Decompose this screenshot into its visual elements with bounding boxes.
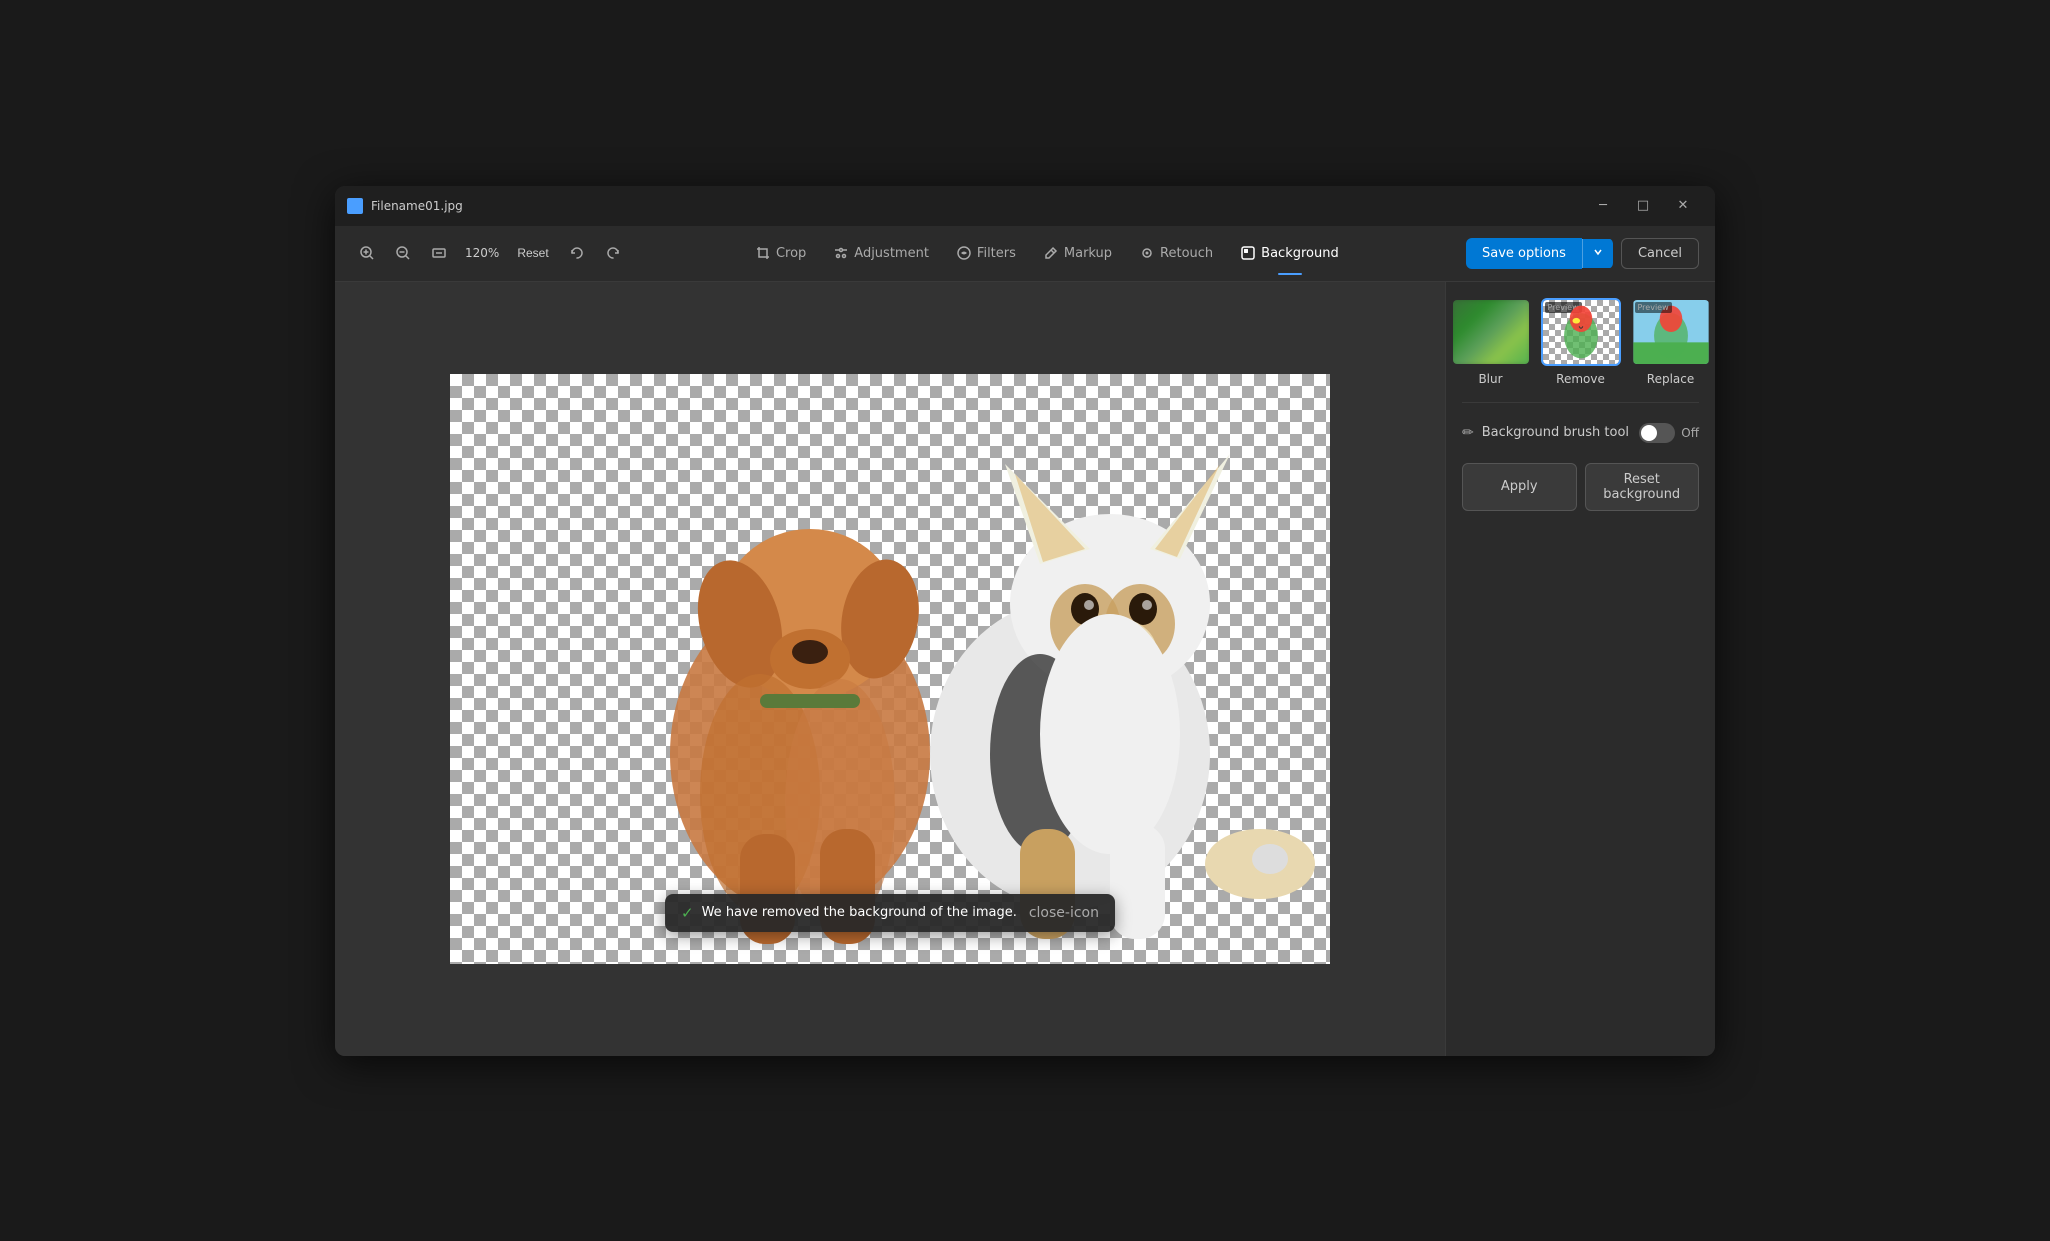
remove-label: Remove — [1556, 372, 1605, 386]
save-options-button[interactable]: Save options — [1466, 238, 1582, 269]
adjustment-icon — [834, 246, 848, 260]
background-tool-button[interactable]: Background — [1229, 240, 1351, 267]
zoom-controls: 120% Reset — [351, 237, 629, 269]
toggle-knob — [1641, 425, 1657, 441]
reset-background-button[interactable]: Reset background — [1585, 463, 1700, 511]
window-controls: ─ □ ✕ — [1583, 191, 1703, 221]
close-button[interactable]: ✕ — [1663, 191, 1703, 221]
brush-icon: ✏ — [1462, 425, 1474, 441]
adjustment-label: Adjustment — [854, 246, 929, 261]
app-icon — [347, 198, 363, 214]
adjustment-tool-button[interactable]: Adjustment — [822, 240, 941, 267]
toggle-label: Off — [1681, 426, 1699, 440]
redo-icon — [605, 245, 621, 261]
brush-tool-toggle[interactable]: Off — [1639, 423, 1699, 443]
image-container: ✓ We have removed the background of the … — [450, 374, 1330, 964]
window-title: Filename01.jpg — [371, 199, 1575, 213]
background-options: Blur Preview Remove — [1462, 298, 1699, 386]
parrot-mini-icon — [1543, 300, 1619, 364]
filters-icon — [957, 246, 971, 260]
background-sidebar: Blur Preview Remove — [1445, 282, 1715, 1056]
sidebar-divider — [1462, 402, 1699, 403]
replace-label: Replace — [1647, 372, 1694, 386]
title-bar: Filename01.jpg ─ □ ✕ — [335, 186, 1715, 226]
fit-button[interactable] — [423, 237, 455, 269]
main-toolbar: 120% Reset Crop — [335, 226, 1715, 282]
crop-label: Crop — [776, 246, 806, 261]
check-circle-icon: ✓ — [681, 904, 694, 922]
remove-option[interactable]: Preview Remove — [1541, 298, 1621, 386]
crop-icon — [756, 246, 770, 260]
reset-zoom-button[interactable]: Reset — [509, 242, 556, 264]
save-dropdown-button[interactable] — [1582, 239, 1613, 268]
dogs-image — [450, 374, 1330, 964]
minimize-button[interactable]: ─ — [1583, 191, 1623, 221]
retouch-label: Retouch — [1160, 246, 1213, 261]
blur-thumbnail — [1451, 298, 1531, 366]
zoom-out-button[interactable] — [387, 237, 419, 269]
replace-preview-badge: Preview — [1635, 302, 1672, 313]
brush-tool-row: ✏ Background brush tool Off — [1462, 419, 1699, 447]
undo-icon — [569, 245, 585, 261]
zoom-in-icon — [359, 245, 375, 261]
zoom-out-icon — [395, 245, 411, 261]
retouch-icon — [1140, 246, 1154, 260]
retouch-tool-button[interactable]: Retouch — [1128, 240, 1225, 267]
fit-icon — [431, 245, 447, 261]
zoom-in-button[interactable] — [351, 237, 383, 269]
cancel-button[interactable]: Cancel — [1621, 238, 1699, 269]
restore-button[interactable]: □ — [1623, 191, 1663, 221]
undo-button[interactable] — [561, 237, 593, 269]
markup-icon — [1044, 246, 1058, 260]
blur-preview — [1451, 298, 1531, 366]
markup-label: Markup — [1064, 246, 1112, 261]
tool-navigation: Crop Adjustment Filters — [633, 240, 1462, 267]
background-label: Background — [1261, 246, 1339, 261]
markup-tool-button[interactable]: Markup — [1032, 240, 1124, 267]
app-window: Filename01.jpg ─ □ ✕ — [335, 186, 1715, 1056]
replace-option[interactable]: Preview Replace — [1631, 298, 1711, 386]
crop-tool-button[interactable]: Crop — [744, 240, 818, 267]
action-buttons: Apply Reset background — [1462, 463, 1699, 511]
filters-label: Filters — [977, 246, 1016, 261]
filters-tool-button[interactable]: Filters — [945, 240, 1028, 267]
blur-option[interactable]: Blur — [1451, 298, 1531, 386]
blur-label: Blur — [1478, 372, 1502, 386]
replace-thumbnail: Preview — [1631, 298, 1711, 366]
save-options-group: Save options — [1466, 238, 1613, 269]
remove-thumbnail: Preview — [1541, 298, 1621, 366]
main-area: ✓ We have removed the background of the … — [335, 282, 1715, 1056]
canvas-area: ✓ We have removed the background of the … — [335, 282, 1445, 1056]
toast-close-button[interactable]: close-icon — [1029, 905, 1099, 921]
toast-notification: ✓ We have removed the background of the … — [665, 894, 1115, 932]
apply-button[interactable]: Apply — [1462, 463, 1577, 511]
redo-button[interactable] — [597, 237, 629, 269]
brush-tool-label: Background brush tool — [1482, 425, 1632, 440]
toast-message: We have removed the background of the im… — [702, 905, 1017, 920]
chevron-down-icon — [1593, 247, 1603, 257]
toggle-track[interactable] — [1639, 423, 1675, 443]
background-icon — [1241, 246, 1255, 260]
zoom-level: 120% — [459, 246, 505, 260]
save-controls: Save options Cancel — [1466, 238, 1699, 269]
